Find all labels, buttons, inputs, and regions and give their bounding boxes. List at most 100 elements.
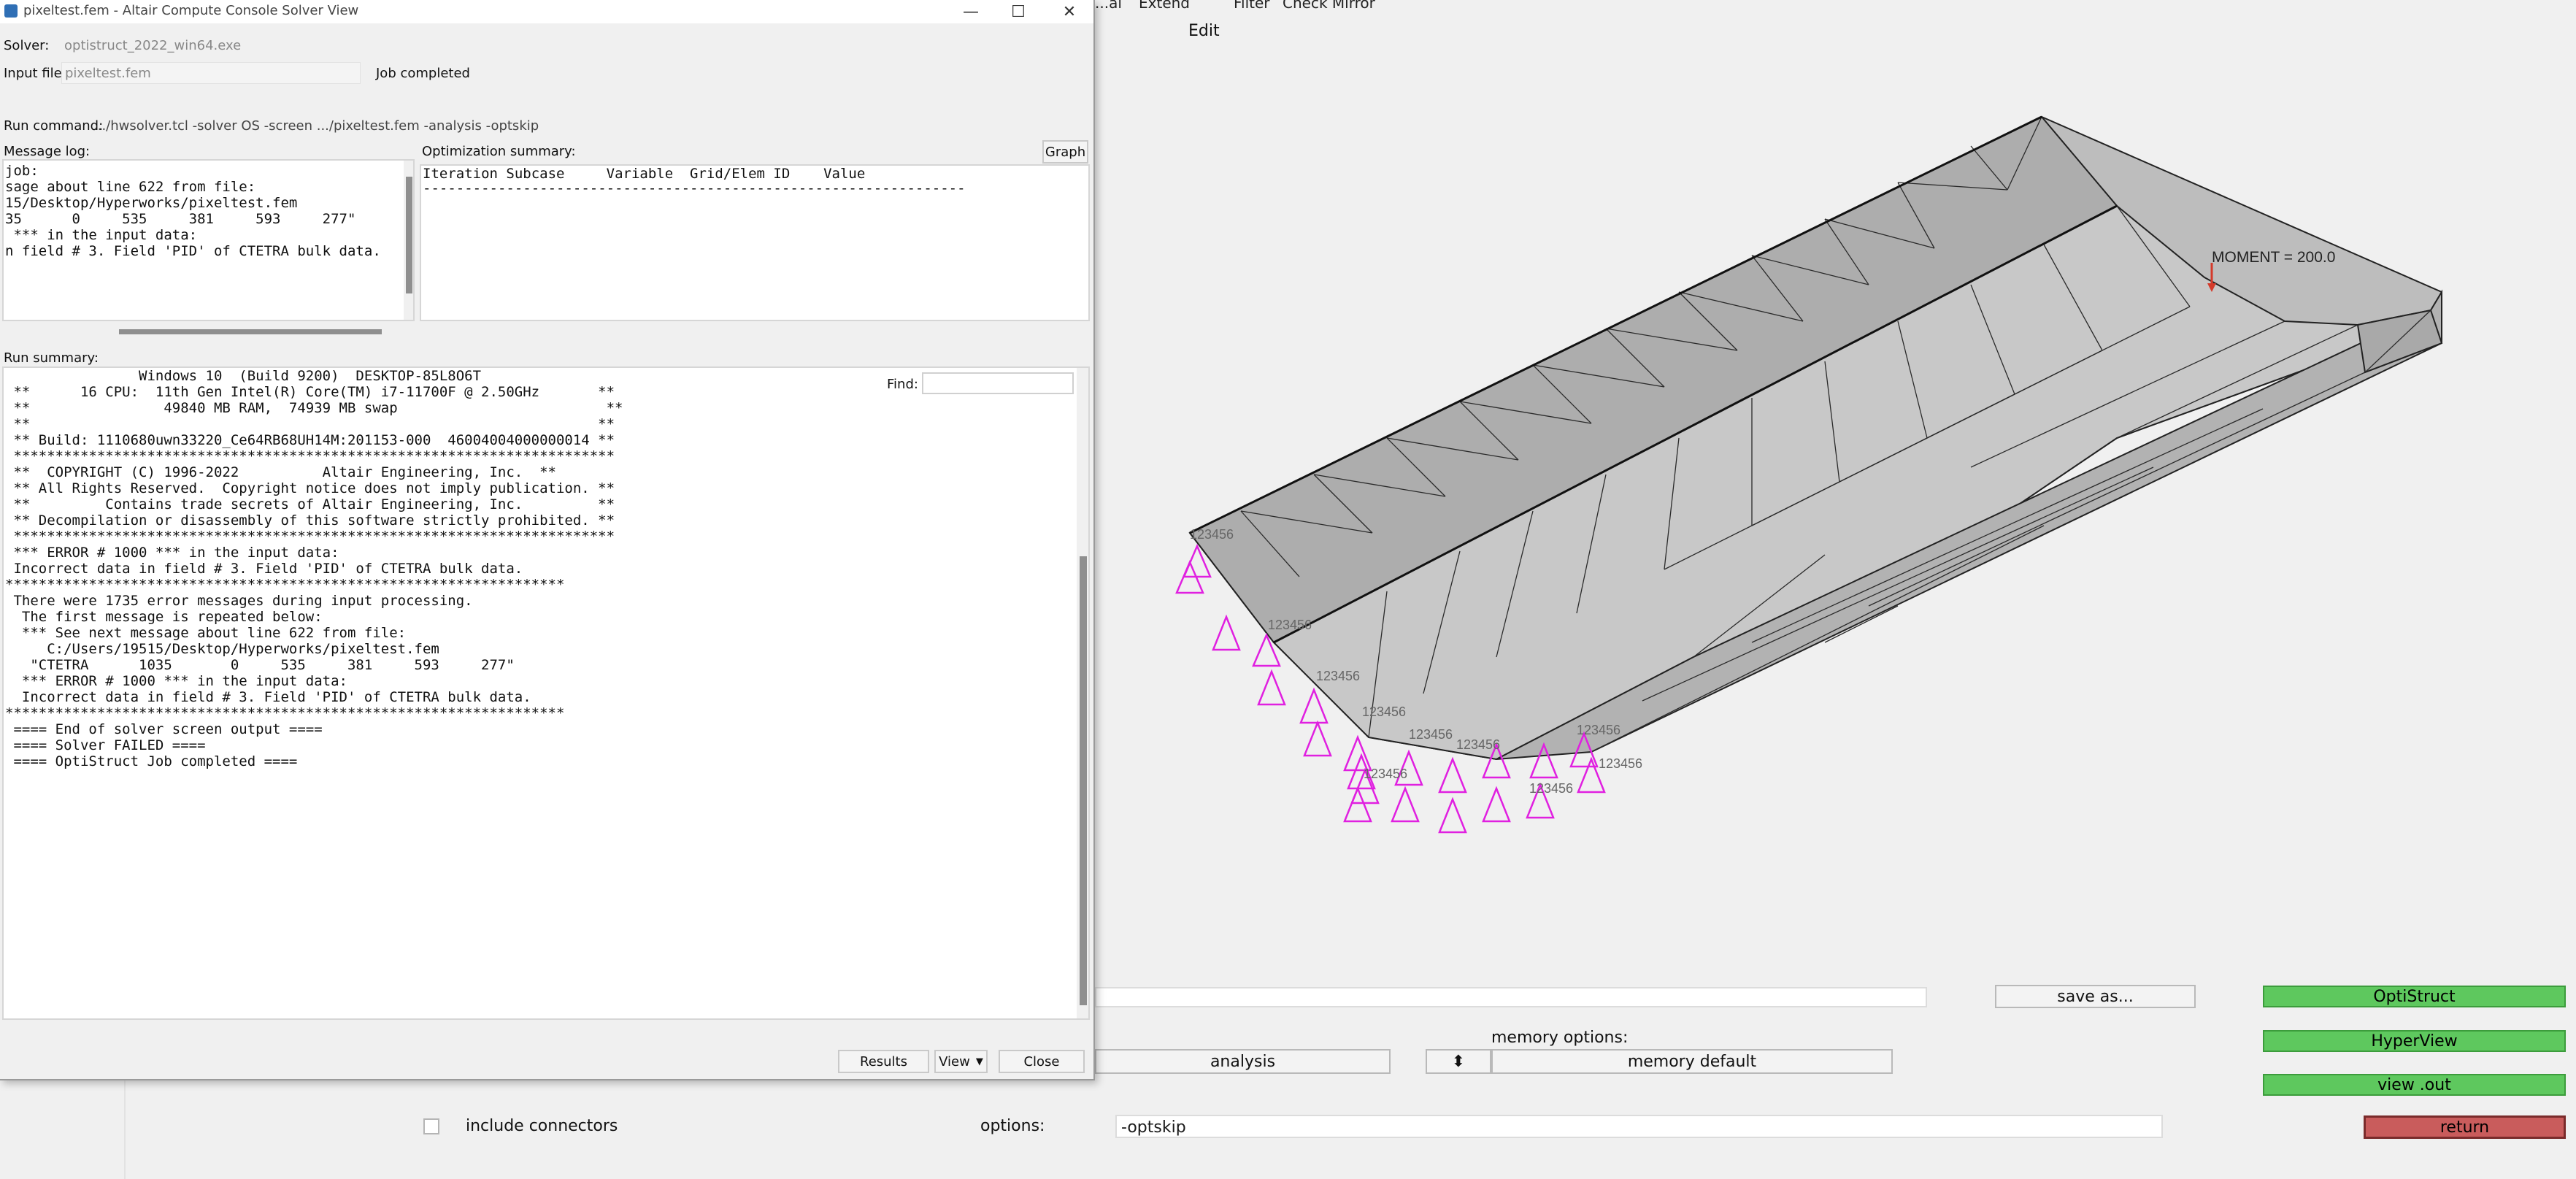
include-connectors-checkbox[interactable] (423, 1118, 439, 1134)
view-dropdown[interactable]: View ▼ (934, 1050, 988, 1073)
message-log-scrollbar[interactable] (404, 161, 413, 320)
log-line: *** ERROR # 1000 *** in the input data: (5, 673, 347, 689)
minimize-icon[interactable]: — (945, 0, 996, 23)
results-button[interactable]: Results (838, 1050, 929, 1073)
hyperview-button[interactable]: HyperView (2263, 1030, 2566, 1052)
title-bar[interactable]: pixeltest.fem - Altair Compute Console S… (0, 0, 1093, 23)
node-label: 123456 (1409, 727, 1453, 742)
node-label: 123456 (1316, 669, 1361, 683)
log-line: ** All Rights Reserved. Copyright notice… (5, 480, 615, 496)
log-line: ** Build: 1110680uwn33220_Ce64RB68UH14M:… (5, 432, 615, 448)
node-label: 123456 (1529, 781, 1574, 796)
save-as-button[interactable]: save as... (1995, 985, 2196, 1008)
optistruct-button[interactable]: OptiStruct (2263, 986, 2566, 1007)
log-line: ** Decompilation or disassembly of this … (5, 512, 615, 529)
scrollbar-thumb[interactable] (406, 177, 412, 293)
menu-item-extend[interactable]: Extend (1139, 0, 1190, 12)
log-line: "CTETRA 1035 0 535 381 593 277" (5, 657, 515, 673)
run-summary-text: Windows 10 (Build 9200) DESKTOP-85L8O6T … (5, 368, 623, 769)
log-line: n field # 3. Field 'PID' of CTETRA bulk … (5, 243, 381, 259)
optimization-summary-box[interactable]: Iteration Subcase Variable Grid/Elem ID … (420, 164, 1090, 321)
menu-item-analysis[interactable]: ...al (1095, 0, 1122, 12)
menu-item-check-mirror[interactable]: Check Mirror (1283, 0, 1375, 12)
memory-default-button[interactable]: memory default (1491, 1049, 1893, 1074)
message-log-text: job: sage about line 622 from file: 15/Des… (5, 163, 381, 259)
fe-mesh (1188, 115, 2443, 761)
log-line: 15/Desktop/Hyperworks/pixeltest.fem (5, 195, 298, 211)
log-line: ****************************************… (5, 705, 565, 721)
node-label: 123456 (1577, 723, 1621, 737)
scrollbar-thumb[interactable] (119, 329, 382, 334)
options-input[interactable]: -optskip (1115, 1115, 2163, 1138)
run-summary-scrollbar[interactable] (1077, 368, 1088, 1018)
edit-menu[interactable]: Edit (1188, 22, 1220, 40)
filename-field[interactable] (1095, 987, 1927, 1007)
log-line: The first message is repeated below: (5, 609, 323, 625)
solver-view-window: pixeltest.fem - Altair Compute Console S… (0, 0, 1095, 1080)
log-line: job: (5, 163, 39, 179)
node-label: 123456 (1362, 704, 1407, 719)
opt-header-line: Iteration Subcase Variable Grid/Elem ID … (423, 166, 866, 182)
message-log-hscroll[interactable] (2, 326, 415, 337)
log-line: ****************************************… (5, 577, 565, 593)
scrollbar-thumb[interactable] (1080, 556, 1087, 1005)
log-line: Windows 10 (Build 9200) DESKTOP-85L8O6T (5, 368, 482, 384)
chevron-down-icon: ▼ (975, 1056, 983, 1067)
log-line: Incorrect data in field # 3. Field 'PID'… (5, 689, 531, 705)
node-label: 123456 (1364, 767, 1408, 781)
log-line: Incorrect data in field # 3. Field 'PID'… (5, 561, 523, 577)
log-line: ** 49840 MB RAM, 74939 MB swap ** (5, 400, 623, 416)
moment-label: MOMENT = 200.0 (2212, 249, 2336, 266)
log-line: ** ** (5, 416, 615, 432)
memory-options-label: memory options: (1491, 1029, 1629, 1047)
log-line: ****************************************… (5, 529, 615, 545)
view-label: View (939, 1053, 970, 1069)
run-summary-hscroll[interactable] (2, 1022, 1075, 1034)
message-log-label: Message log: (4, 144, 91, 159)
close-button[interactable]: Close (999, 1050, 1085, 1073)
view-out-button[interactable]: view .out (2263, 1074, 2566, 1096)
log-line: sage about line 622 from file: (5, 179, 256, 195)
menu-item-filter[interactable]: Filter (1234, 0, 1270, 12)
run-summary-box[interactable]: Windows 10 (Build 9200) DESKTOP-85L8O6T … (2, 366, 1090, 1020)
log-line: ** Contains trade secrets of Altair Engi… (5, 496, 615, 512)
find-input[interactable] (922, 372, 1074, 394)
log-line: ** COPYRIGHT (C) 1996-2022 Altair Engine… (5, 464, 556, 480)
options-label: options: (980, 1117, 1045, 1135)
return-button[interactable]: return (2364, 1115, 2566, 1139)
run-summary-label: Run summary: (4, 350, 99, 366)
memory-stepper-icon[interactable]: ⬍ (1426, 1049, 1491, 1074)
log-line: C:/Users/19515/Desktop/Hyperworks/pixelt… (5, 641, 439, 657)
model-viewport[interactable] (1095, 58, 2576, 978)
node-label: 123456 (1456, 737, 1501, 752)
maximize-icon[interactable]: ☐ (993, 0, 1044, 23)
app-icon (4, 4, 18, 18)
log-line: ****************************************… (5, 448, 615, 464)
log-line: ==== Solver FAILED ==== (5, 737, 206, 753)
node-label: 123456 (1190, 527, 1234, 542)
input-file-label: Input file: (4, 66, 66, 81)
input-file-field: pixeltest.fem (61, 62, 361, 84)
include-connectors-label: include connectors (466, 1117, 618, 1135)
run-command-value: .../hwsolver.tcl -solver OS -screen .../… (93, 118, 539, 134)
log-line: *** ERROR # 1000 *** in the input data: (5, 545, 339, 561)
message-log-box[interactable]: job: sage about line 622 from file: 15/Des… (2, 159, 415, 321)
analysis-run-option[interactable]: analysis (1095, 1049, 1391, 1074)
log-line: There were 1735 error messages during in… (5, 593, 473, 609)
run-command-label: Run command: (4, 118, 104, 134)
input-file-value: pixeltest.fem (65, 66, 151, 81)
log-line: 35 0 535 381 593 277" (5, 211, 356, 227)
solver-value: optistruct_2022_win64.exe (64, 38, 242, 53)
graph-button[interactable]: Graph (1042, 140, 1088, 164)
log-line: ==== End of solver screen output ==== (5, 721, 323, 737)
log-line: ** 16 CPU: 11th Gen Intel(R) Core(TM) i7… (5, 384, 615, 400)
optimization-summary-label: Optimization summary: (422, 144, 576, 159)
close-icon[interactable]: ✕ (1044, 0, 1095, 23)
log-line: *** in the input data: (5, 227, 198, 243)
panel-left-strip (0, 1080, 126, 1179)
find-label: Find: (887, 377, 918, 392)
window-title: pixeltest.fem - Altair Compute Console S… (23, 3, 359, 18)
solver-label: Solver: (4, 38, 50, 53)
optimization-summary-hscroll[interactable] (420, 326, 1075, 337)
node-label: 123456 (1268, 618, 1312, 632)
